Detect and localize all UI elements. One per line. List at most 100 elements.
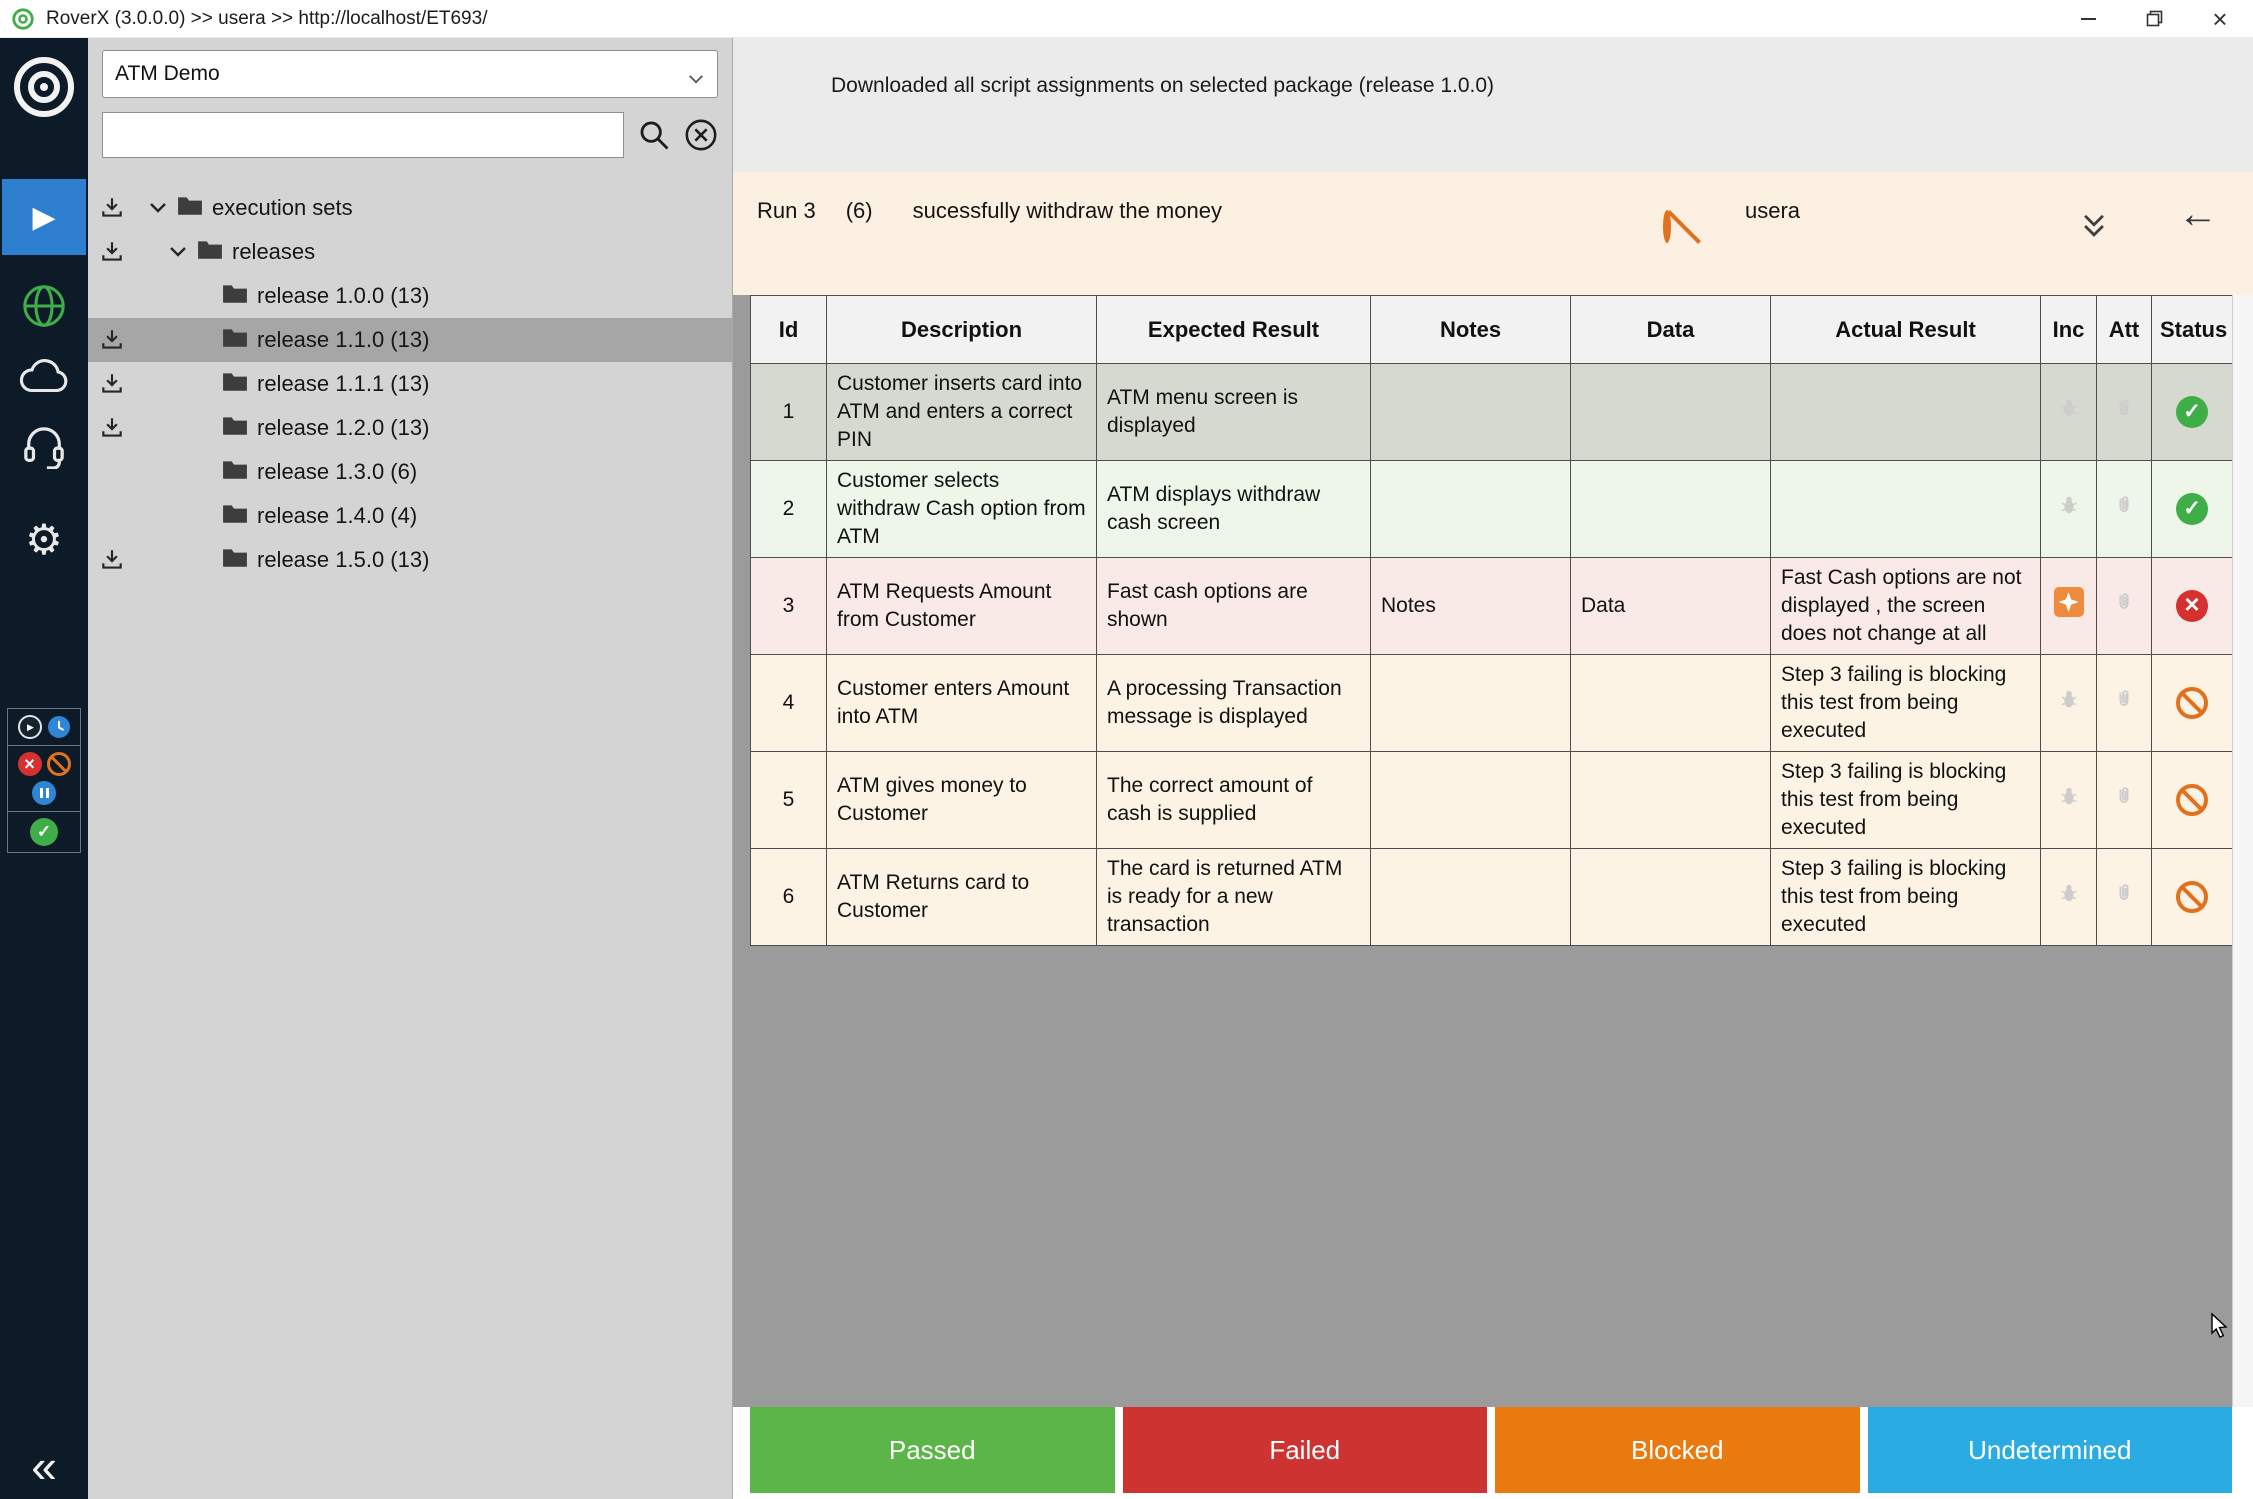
search-button[interactable] [637, 118, 671, 152]
tree-item-release-1-1-1[interactable]: release 1.1.1 (13) [88, 362, 732, 406]
cell-incident[interactable] [2041, 461, 2097, 558]
download-icon[interactable] [88, 327, 136, 353]
nav-settings-button[interactable]: ⚙ [25, 497, 63, 561]
incident-icon[interactable] [2058, 882, 2080, 904]
attachment-icon[interactable] [2112, 687, 2136, 711]
tree-item-release-1-5-0[interactable]: release 1.5.0 (13) [88, 538, 732, 582]
tree-item-release-1-4-0[interactable]: release 1.4.0 (4) [88, 494, 732, 538]
attachment-icon[interactable] [2112, 590, 2136, 614]
nav-execution-button[interactable]: ▶ [2, 179, 86, 255]
cell-data[interactable] [1571, 655, 1771, 752]
undetermined-button[interactable]: Undetermined [1868, 1407, 2233, 1493]
cell-notes[interactable] [1371, 364, 1571, 461]
incident-icon[interactable] [2058, 397, 2080, 419]
cell-attachment[interactable] [2097, 655, 2152, 752]
expand-chevron-icon[interactable] [168, 239, 188, 265]
nav-cloud-button[interactable] [17, 357, 71, 397]
close-icon: × [2212, 6, 2227, 32]
table-header-row: Id Description Expected Result Notes Dat… [751, 296, 2233, 364]
cell-actual-result[interactable] [1771, 364, 2041, 461]
download-icon[interactable] [88, 547, 136, 573]
table-row[interactable]: 4 Customer enters Amount into ATM A proc… [751, 655, 2233, 752]
collapse-sidebar-button[interactable]: « [0, 1443, 88, 1489]
cell-attachment[interactable] [2097, 461, 2152, 558]
back-button[interactable]: ← [2178, 194, 2218, 234]
cell-incident[interactable] [2041, 752, 2097, 849]
cell-notes[interactable] [1371, 461, 1571, 558]
tree-item-release-1-3-0[interactable]: release 1.3.0 (6) [88, 450, 732, 494]
paused-filter-icon[interactable] [32, 781, 56, 805]
cell-data[interactable] [1571, 849, 1771, 946]
blocked-button[interactable]: Blocked [1495, 1407, 1860, 1493]
incident-icon[interactable] [2058, 688, 2080, 710]
tree-item-release-1-2-0[interactable]: release 1.2.0 (13) [88, 406, 732, 450]
restore-icon [2146, 10, 2163, 27]
cell-data[interactable] [1571, 364, 1771, 461]
cell-notes[interactable] [1371, 752, 1571, 849]
vertical-scrollbar[interactable] [2232, 295, 2253, 1407]
tree-item-release-1-0-0[interactable]: release 1.0.0 (13) [88, 274, 732, 318]
clear-search-button[interactable] [684, 118, 718, 152]
cell-attachment[interactable] [2097, 849, 2152, 946]
minimize-button[interactable] [2055, 0, 2121, 37]
cell-data[interactable] [1571, 461, 1771, 558]
cell-incident[interactable] [2041, 655, 2097, 752]
cell-data[interactable] [1571, 752, 1771, 849]
undetermined-button-label: Undetermined [1968, 1435, 2131, 1466]
cell-actual-result[interactable]: Step 3 failing is blocking this test fro… [1771, 849, 2041, 946]
expand-chevron-icon[interactable] [148, 195, 168, 221]
project-selector[interactable]: ATM Demo [102, 50, 718, 98]
search-input[interactable] [102, 112, 624, 158]
passed-filter-icon[interactable] [30, 818, 58, 846]
cell-notes[interactable] [1371, 655, 1571, 752]
table-row[interactable]: 3 ATM Requests Amount from Customer Fast… [751, 558, 2233, 655]
expand-all-button[interactable] [2078, 212, 2110, 240]
running-filter-icon[interactable] [18, 715, 42, 739]
maximize-button[interactable] [2121, 0, 2187, 37]
attachment-icon[interactable] [2112, 396, 2136, 420]
navigation-rail: ▶ ⚙ [0, 38, 88, 1499]
run-status-legend [7, 708, 81, 853]
tree-item-release-1-1-0[interactable]: release 1.1.0 (13) [88, 318, 732, 362]
incident-raised-icon[interactable] [2054, 587, 2084, 617]
cell-attachment[interactable] [2097, 752, 2152, 849]
table-row[interactable]: 5 ATM gives money to Customer The correc… [751, 752, 2233, 849]
pending-filter-icon[interactable] [47, 715, 71, 739]
nav-support-button[interactable] [21, 425, 67, 469]
cell-attachment[interactable] [2097, 558, 2152, 655]
tree-item-releases[interactable]: releases [88, 230, 732, 274]
table-row[interactable]: 6 ATM Returns card to Customer The card … [751, 849, 2233, 946]
blocked-filter-icon[interactable] [47, 752, 71, 776]
cell-attachment[interactable] [2097, 364, 2152, 461]
failed-filter-icon[interactable] [18, 752, 42, 776]
failed-button[interactable]: Failed [1123, 1407, 1488, 1493]
cell-actual-result[interactable]: Step 3 failing is blocking this test fro… [1771, 655, 2041, 752]
cell-actual-result[interactable] [1771, 461, 2041, 558]
cell-actual-result[interactable]: Step 3 failing is blocking this test fro… [1771, 752, 2041, 849]
table-row[interactable]: 2 Customer selects withdraw Cash option … [751, 461, 2233, 558]
cell-incident[interactable] [2041, 364, 2097, 461]
passed-button[interactable]: Passed [750, 1407, 1115, 1493]
download-icon[interactable] [88, 371, 136, 397]
attachment-icon[interactable] [2112, 881, 2136, 905]
attachment-icon[interactable] [2112, 784, 2136, 808]
close-button[interactable]: × [2187, 0, 2253, 37]
download-icon[interactable] [88, 239, 136, 265]
table-row[interactable]: 1 Customer inserts card into ATM and ent… [751, 364, 2233, 461]
cell-notes[interactable] [1371, 849, 1571, 946]
tree-item-execution-sets[interactable]: execution sets [88, 186, 732, 230]
download-icon[interactable] [88, 415, 136, 441]
cell-incident[interactable] [2041, 558, 2097, 655]
cell-data[interactable]: Data [1571, 558, 1771, 655]
attachment-icon[interactable] [2112, 493, 2136, 517]
download-icon[interactable] [88, 195, 136, 221]
app-logo-icon [12, 8, 34, 30]
nav-web-button[interactable] [21, 283, 67, 329]
cell-notes[interactable]: Notes [1371, 558, 1571, 655]
cell-incident[interactable] [2041, 849, 2097, 946]
chevron-down-icon [687, 68, 705, 92]
incident-icon[interactable] [2058, 494, 2080, 516]
run-step-count: (6) [846, 198, 873, 224]
cell-actual-result[interactable]: Fast Cash options are not displayed , th… [1771, 558, 2041, 655]
incident-icon[interactable] [2058, 785, 2080, 807]
